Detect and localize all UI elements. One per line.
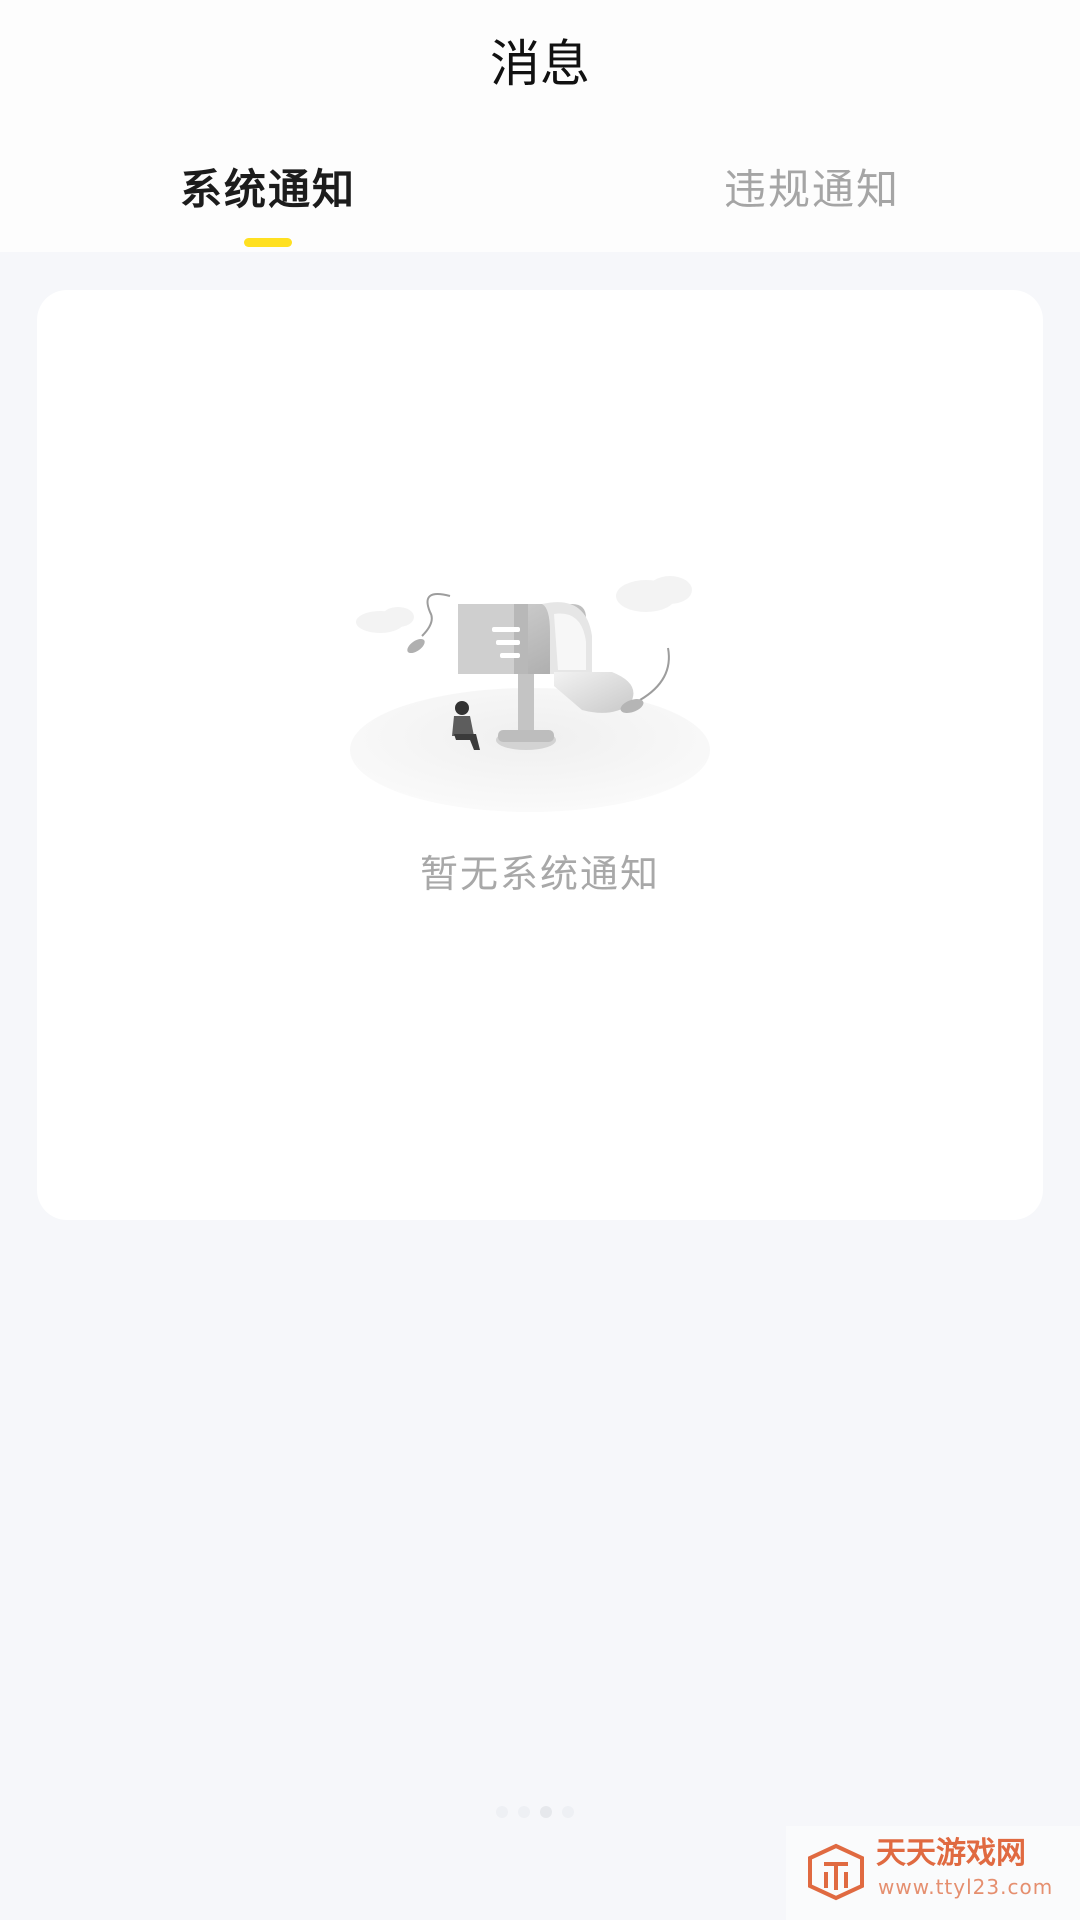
tab-system-notifications[interactable]: 系统通知 xyxy=(118,158,418,222)
page-dot xyxy=(518,1806,530,1818)
page-title: 消息 xyxy=(490,35,590,93)
empty-state-message: 暂无系统通知 xyxy=(419,852,660,896)
page-dot xyxy=(496,1806,508,1818)
page-dot xyxy=(562,1806,574,1818)
top-bar: 消息 系统通知 违规通知 xyxy=(0,0,1080,252)
active-tab-indicator xyxy=(244,238,292,247)
empty-mailbox-illustration xyxy=(350,576,710,812)
watermark-logo-icon xyxy=(808,1843,864,1901)
watermark-url: www.ttyl23.com xyxy=(878,1875,1054,1899)
page-indicator xyxy=(496,1806,574,1818)
tab-violation-notifications[interactable]: 违规通知 xyxy=(662,158,962,222)
watermark-title: 天天游戏网 xyxy=(876,1836,1026,1871)
page-dot-active xyxy=(540,1806,552,1818)
site-watermark: 天天游戏网 www.ttyl23.com xyxy=(786,1826,1080,1920)
